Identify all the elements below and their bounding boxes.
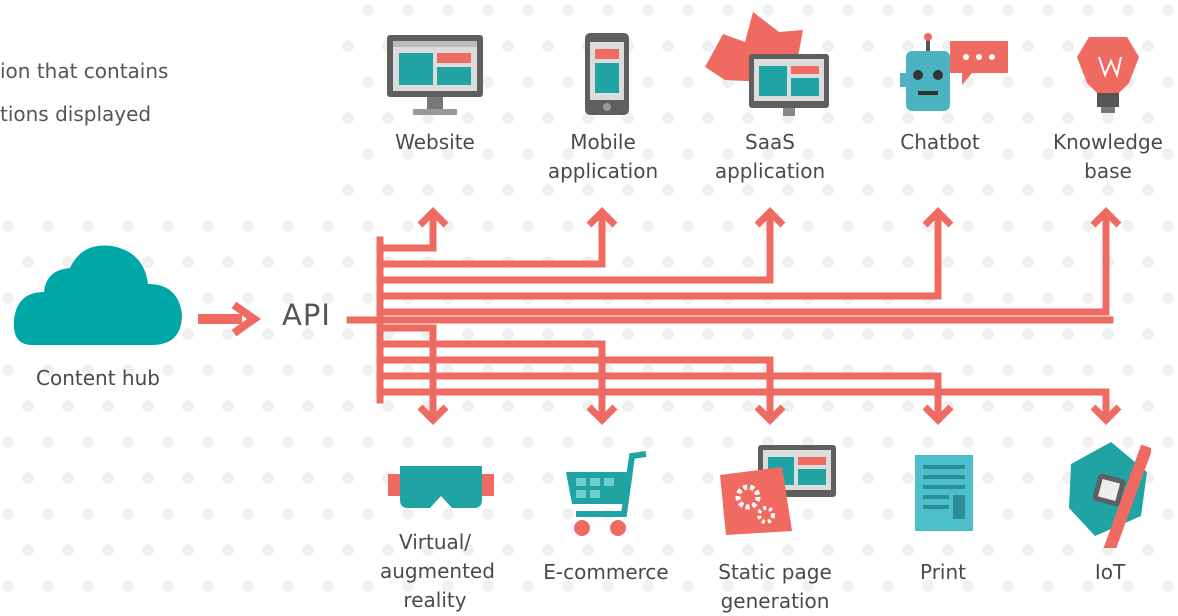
channel-label-virtual-augmented-reality: Virtual/ augmented reality bbox=[380, 530, 495, 612]
chatbot-robot-icon bbox=[900, 33, 1008, 111]
printed-document-icon bbox=[915, 455, 973, 531]
channel-label-print: Print bbox=[919, 560, 966, 584]
saas-cloud-monitor-icon bbox=[705, 12, 829, 116]
smartwatch-icon bbox=[1069, 442, 1151, 548]
channel-label-website: Website bbox=[395, 130, 475, 154]
lightbulb-icon bbox=[1077, 37, 1139, 113]
mobile-phone-icon bbox=[585, 33, 629, 115]
channel-label-knowledge-base: Knowledge base bbox=[1053, 130, 1163, 183]
channel-label-chatbot: Chatbot bbox=[900, 130, 980, 154]
channel-label-iot: IoT bbox=[1094, 560, 1126, 584]
channel-label-static-page-generation: Static page generation bbox=[718, 560, 832, 613]
website-monitor-icon bbox=[387, 35, 483, 115]
channel-label-mobile-application: Mobile application bbox=[547, 130, 659, 183]
shopping-cart-icon bbox=[566, 451, 647, 536]
content-distribution-diagram: ion that contains tions displayed Conten… bbox=[0, 0, 1178, 613]
static-page-gears-icon bbox=[720, 445, 836, 535]
channel-label-saas-application: SaaS application bbox=[714, 130, 826, 183]
channel-label-e-commerce: E-commerce bbox=[543, 560, 669, 584]
vr-goggles-icon bbox=[388, 466, 494, 508]
